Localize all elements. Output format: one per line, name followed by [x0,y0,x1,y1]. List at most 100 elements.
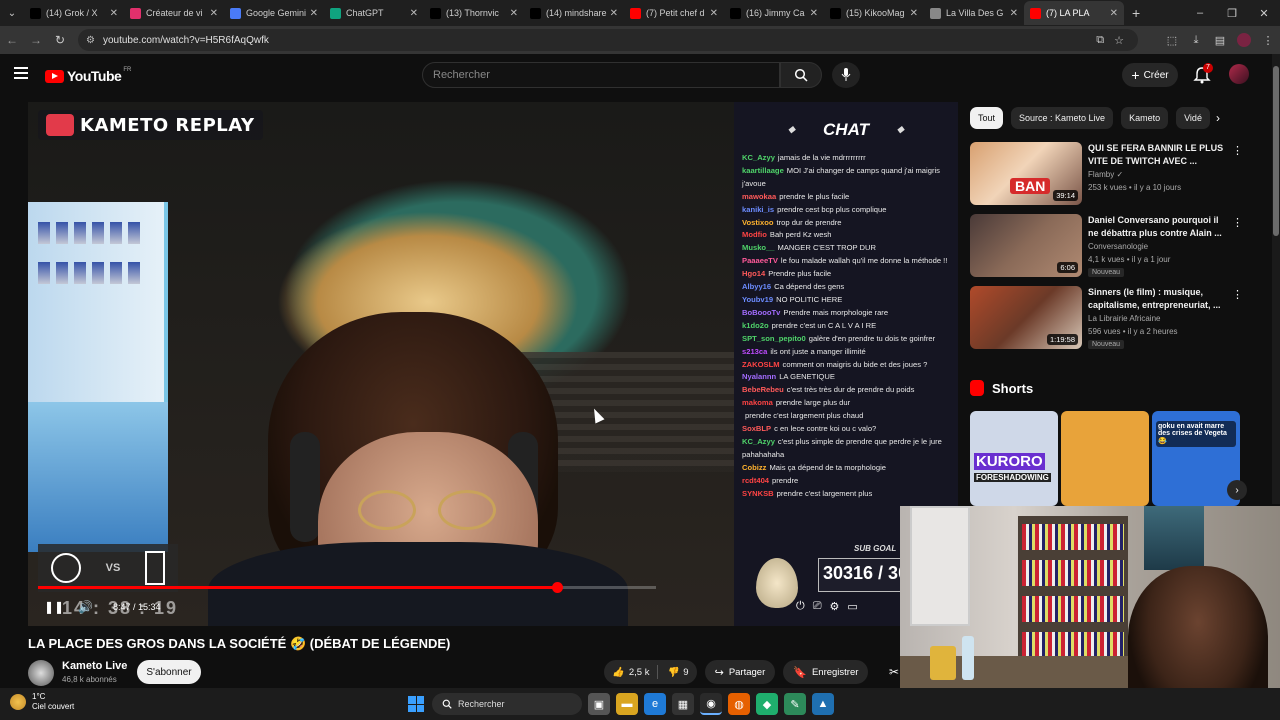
file-explorer-icon[interactable]: ▬ [616,693,638,715]
app-tools-icon[interactable]: ✎ [784,693,806,715]
close-tab-icon[interactable]: ✕ [810,8,818,19]
close-tab-icon[interactable]: ✕ [610,8,618,19]
recommended-video[interactable]: 1:19:58 Sinners (le film) : musique, capi… [970,286,1243,350]
store-icon[interactable]: ▦ [672,693,694,715]
app-green-icon[interactable]: ◆ [756,693,778,715]
close-tab-icon[interactable]: ✕ [110,8,118,19]
close-tab-icon[interactable]: ✕ [1110,8,1118,19]
more-options-icon[interactable]: ⋮ [1232,288,1243,301]
chips-next-icon[interactable]: › [1216,111,1220,125]
url-field[interactable]: ⚙ youtube.com/watch?v=H5R6fAqQwfk ⧉ ☆ [78,29,1138,51]
autoplay-toggle-icon[interactable]: ⏻ [796,600,805,613]
taskbar-search[interactable]: Rechercher [432,693,582,715]
close-tab-icon[interactable]: ✕ [910,8,918,19]
browser-tab[interactable]: (14) mindshare ✕ [524,1,624,25]
filter-chip[interactable]: Kameto [1121,107,1169,129]
browser-tab[interactable]: (15) KikooMag ✕ [824,1,924,25]
forward-icon[interactable]: → [24,33,48,47]
minimize-icon[interactable]: – [1184,7,1216,19]
tab-title: (15) KikooMag [846,8,905,18]
save-button[interactable]: 🔖 Enregistrer [783,660,869,684]
miniplayer-icon[interactable]: ▭ [847,600,857,613]
channel-name[interactable]: Kameto Live [62,660,127,672]
video-thumbnail[interactable]: 6:06 [970,214,1082,277]
more-options-icon[interactable]: ⋮ [1232,216,1243,229]
share-button[interactable]: ↪ Partager [704,660,776,684]
video-thumbnail[interactable]: 1:19:58 [970,286,1082,349]
close-tab-icon[interactable]: ✕ [1010,8,1018,19]
pause-icon[interactable]: ❚❚ [44,600,64,614]
filter-chip[interactable]: Source : Kameto Live [1011,107,1114,129]
short-video[interactable]: KURORO FORESHADOWING [970,411,1058,506]
profile-avatar[interactable] [1237,33,1251,47]
close-tab-icon[interactable]: ✕ [410,8,418,19]
download-icon[interactable]: ⤓ [1184,34,1208,47]
close-window-icon[interactable]: ✕ [1248,7,1280,20]
task-view-icon[interactable]: ▣ [588,693,610,715]
chrome-icon[interactable]: ◉ [700,693,722,715]
app-blue-icon[interactable]: ▲ [812,693,834,715]
youtube-logo[interactable]: YouTube FR [45,67,131,84]
recommended-title[interactable]: Sinners (le film) : musique, capitalisme… [1088,286,1224,311]
create-button[interactable]: + Créer [1122,63,1178,87]
subscribe-button[interactable]: S'abonner [137,660,201,684]
save-label: Enregistrer [811,666,859,678]
recommended-channel[interactable]: La Librairie Africaine [1088,314,1160,323]
maximize-icon[interactable]: ❐ [1216,7,1248,20]
close-tab-icon[interactable]: ✕ [310,8,318,19]
filter-chip[interactable]: Tout [970,107,1004,129]
video-progress-bar[interactable] [38,582,656,593]
recommended-channel[interactable]: Conversanologie [1088,242,1148,251]
bookmark-star-icon[interactable]: ☆ [1114,34,1124,47]
edge-icon[interactable]: e [644,693,666,715]
browser-tab[interactable]: (7) LA PLA ✕ [1024,1,1124,25]
new-tab-icon[interactable]: + [1132,5,1140,21]
like-button[interactable]: 👍 2,5 k [604,667,657,678]
recommended-video[interactable]: 6:06 Daniel Conversano pourquoi il ne déb… [970,214,1243,278]
reload-icon[interactable]: ↻ [48,33,72,47]
recommended-channel[interactable]: Flamby ✓ [1088,170,1123,179]
search-button[interactable] [780,62,822,88]
voice-search-button[interactable] [832,62,860,88]
recommended-title[interactable]: QUI SE FERA BANNIR LE PLUS VITE DE TWITC… [1088,142,1224,167]
site-info-icon[interactable]: ⚙ [86,35,95,46]
browser-tab[interactable]: Créateur de vi ✕ [124,1,224,25]
tab-search-icon[interactable]: ⌄ [0,1,24,25]
browser-tab[interactable]: Google Gemini ✕ [224,1,324,25]
close-tab-icon[interactable]: ✕ [710,8,718,19]
short-video[interactable] [1061,411,1149,506]
weather-widget[interactable]: 1°C Ciel couvert [10,692,74,712]
close-tab-icon[interactable]: ✕ [210,8,218,19]
recommended-video[interactable]: BAN 39:14 QUI SE FERA BANNIR LE PLUS VITE … [970,142,1243,206]
browser-menu-icon[interactable]: ⋮ [1256,34,1280,47]
progress-scrubber[interactable] [552,582,563,593]
install-icon[interactable]: ⧉ [1096,34,1104,47]
volume-icon[interactable]: 🔊 [78,600,93,614]
browser-tab[interactable]: ChatGPT ✕ [324,1,424,25]
extensions-icon[interactable]: ⬚ [1160,34,1184,47]
video-player[interactable]: KAMETO REPLAY VS 14 : 38 : 19 [28,102,734,626]
browser-tab[interactable]: (7) Petit chef d ✕ [624,1,724,25]
browser-tab[interactable]: La Villa Des G ✕ [924,1,1024,25]
windows-start-icon[interactable] [406,694,426,714]
dislike-button[interactable]: 👎 9 [658,667,696,678]
menu-icon[interactable] [14,67,28,79]
settings-gear-icon[interactable]: ⚙ [830,600,840,613]
browser-tab[interactable]: (13) Thorn­vic ✕ [424,1,524,25]
browser-tab[interactable]: (14) Grok / X ✕ [24,1,124,25]
recommended-title[interactable]: Daniel Conversano pourquoi il ne débattr… [1088,214,1224,239]
page-scrollbar[interactable] [1272,54,1280,504]
firefox-icon[interactable]: ◍ [728,693,750,715]
channel-avatar[interactable] [28,660,54,686]
account-avatar[interactable] [1229,64,1249,84]
more-options-icon[interactable]: ⋮ [1232,144,1243,157]
cast-icon[interactable]: ▤ [1208,34,1232,47]
subtitles-icon[interactable]: ⎚ [813,600,822,613]
video-thumbnail[interactable]: BAN 39:14 [970,142,1082,205]
back-icon[interactable]: ← [0,33,24,47]
close-tab-icon[interactable]: ✕ [510,8,518,19]
shorts-next-icon[interactable]: › [1227,480,1247,500]
search-input[interactable]: Rechercher [422,62,780,88]
filter-chip[interactable]: Vidé [1176,107,1210,129]
browser-tab[interactable]: (16) Jimmy Ca ✕ [724,1,824,25]
